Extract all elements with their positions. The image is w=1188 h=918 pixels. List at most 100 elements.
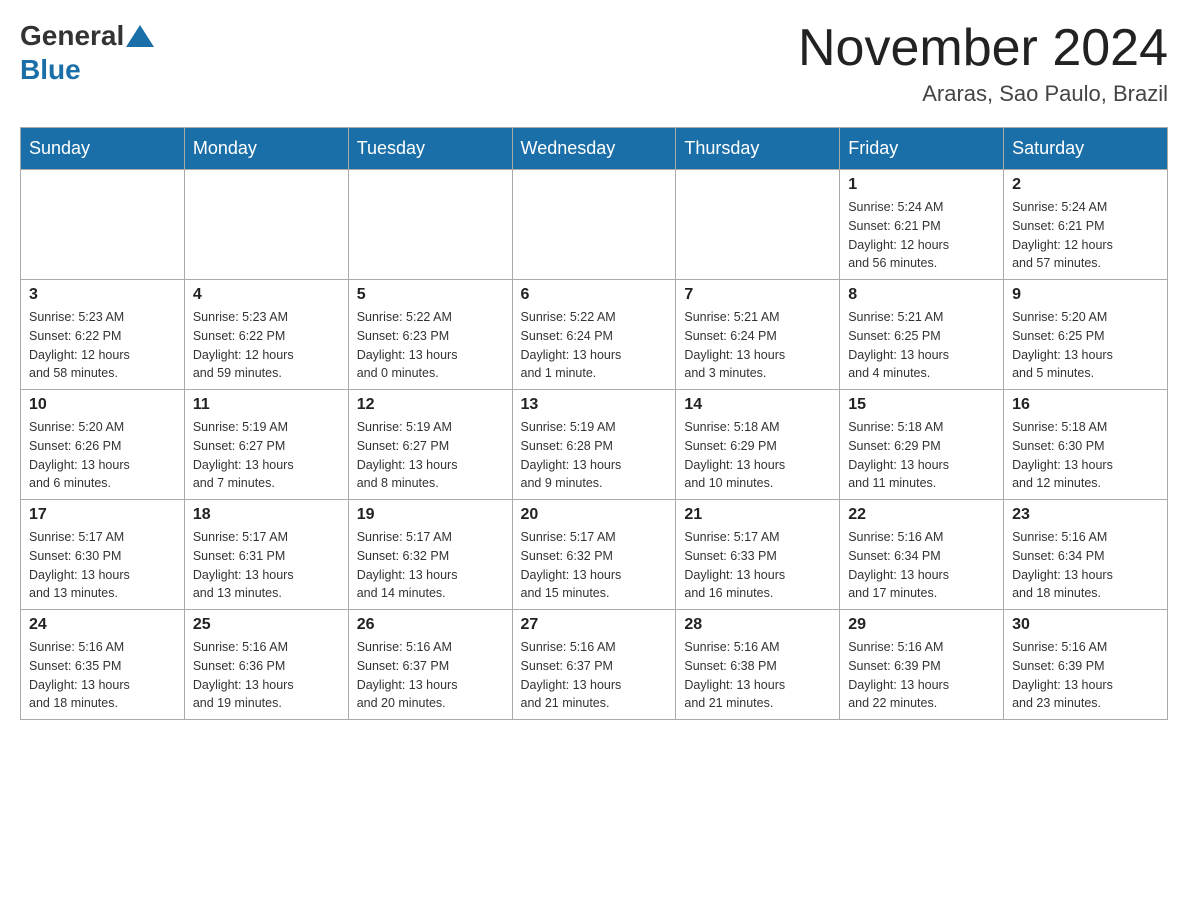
day-info: Sunrise: 5:18 AM Sunset: 6:29 PM Dayligh…: [684, 418, 831, 493]
calendar-week-row: 10 Sunrise: 5:20 AM Sunset: 6:26 PM Dayli…: [21, 390, 1168, 500]
day-number: 26: [357, 616, 504, 634]
day-number: 22: [848, 506, 995, 524]
day-info: Sunrise: 5:24 AM Sunset: 6:21 PM Dayligh…: [1012, 198, 1159, 273]
calendar-table: SundayMondayTuesdayWednesdayThursdayFrid…: [20, 127, 1168, 720]
day-of-week-header: Monday: [184, 128, 348, 170]
day-info: Sunrise: 5:16 AM Sunset: 6:34 PM Dayligh…: [848, 528, 995, 603]
day-info: Sunrise: 5:16 AM Sunset: 6:39 PM Dayligh…: [1012, 638, 1159, 713]
calendar-day-cell: 2 Sunrise: 5:24 AM Sunset: 6:21 PM Daylig…: [1004, 170, 1168, 280]
day-info: Sunrise: 5:17 AM Sunset: 6:31 PM Dayligh…: [193, 528, 340, 603]
day-info: Sunrise: 5:19 AM Sunset: 6:27 PM Dayligh…: [357, 418, 504, 493]
calendar-day-cell: 17Sunrise: 5:17 AM Sunset: 6:30 PM Dayli…: [21, 500, 185, 610]
calendar-day-cell: 26 Sunrise: 5:16 AM Sunset: 6:37 PM Dayli…: [348, 610, 512, 720]
day-number: 4: [193, 286, 340, 304]
calendar-day-cell: 25 Sunrise: 5:16 AM Sunset: 6:36 PM Dayli…: [184, 610, 348, 720]
calendar-day-cell: 30 Sunrise: 5:16 AM Sunset: 6:39 PM Dayli…: [1004, 610, 1168, 720]
day-info: Sunrise: 5:18 AM Sunset: 6:29 PM Dayligh…: [848, 418, 995, 493]
day-info: Sunrise: 5:22 AM Sunset: 6:24 PM Dayligh…: [521, 308, 668, 383]
day-of-week-header: Wednesday: [512, 128, 676, 170]
logo-general: General: [20, 20, 124, 52]
calendar-day-cell: 1 Sunrise: 5:24 AM Sunset: 6:21 PM Daylig…: [840, 170, 1004, 280]
day-number: 11: [193, 396, 340, 414]
day-number: 30: [1012, 616, 1159, 634]
calendar-day-cell: 11 Sunrise: 5:19 AM Sunset: 6:27 PM Dayli…: [184, 390, 348, 500]
day-number: 15: [848, 396, 995, 414]
calendar-day-cell: 9 Sunrise: 5:20 AM Sunset: 6:25 PM Daylig…: [1004, 280, 1168, 390]
calendar-day-cell: 28 Sunrise: 5:16 AM Sunset: 6:38 PM Dayli…: [676, 610, 840, 720]
day-info: Sunrise: 5:20 AM Sunset: 6:26 PM Dayligh…: [29, 418, 176, 493]
day-info: Sunrise: 5:16 AM Sunset: 6:36 PM Dayligh…: [193, 638, 340, 713]
logo-blue: Blue: [20, 54, 81, 86]
day-number: 7: [684, 286, 831, 304]
day-info: Sunrise: 5:17 AM Sunset: 6:30 PM Dayligh…: [29, 528, 176, 603]
calendar-day-cell: 27 Sunrise: 5:16 AM Sunset: 6:37 PM Dayli…: [512, 610, 676, 720]
day-info: Sunrise: 5:20 AM Sunset: 6:25 PM Dayligh…: [1012, 308, 1159, 383]
day-number: 5: [357, 286, 504, 304]
title-section: November 2024 Araras, Sao Paulo, Brazil: [798, 20, 1168, 107]
calendar-day-cell: [676, 170, 840, 280]
day-of-week-header: Friday: [840, 128, 1004, 170]
day-number: 28: [684, 616, 831, 634]
calendar-day-cell: 29Sunrise: 5:16 AM Sunset: 6:39 PM Dayli…: [840, 610, 1004, 720]
day-number: 25: [193, 616, 340, 634]
day-info: Sunrise: 5:19 AM Sunset: 6:27 PM Dayligh…: [193, 418, 340, 493]
day-number: 3: [29, 286, 176, 304]
day-number: 16: [1012, 396, 1159, 414]
calendar-day-cell: 3Sunrise: 5:23 AM Sunset: 6:22 PM Daylig…: [21, 280, 185, 390]
month-title: November 2024: [798, 20, 1168, 77]
calendar-week-row: 3 Sunrise: 5:23 AM Sunset: 6:22 PM Daylig…: [21, 280, 1168, 390]
day-number: 13: [521, 396, 668, 414]
day-of-week-header: Saturday: [1004, 128, 1168, 170]
calendar-day-cell: 6 Sunrise: 5:22 AM Sunset: 6:24 PM Daylig…: [512, 280, 676, 390]
page-header: General Blue November 2024 Araras, Sao P…: [20, 20, 1168, 107]
calendar-day-cell: 18 Sunrise: 5:17 AM Sunset: 6:31 PM Dayli…: [184, 500, 348, 610]
calendar-day-cell: 7 Sunrise: 5:21 AM Sunset: 6:24 PM Daylig…: [676, 280, 840, 390]
calendar-week-row: 1 Sunrise: 5:24 AM Sunset: 6:21 PM Daylig…: [21, 170, 1168, 280]
day-number: 6: [521, 286, 668, 304]
day-info: Sunrise: 5:18 AM Sunset: 6:30 PM Dayligh…: [1012, 418, 1159, 493]
day-info: Sunrise: 5:24 AM Sunset: 6:21 PM Dayligh…: [848, 198, 995, 273]
calendar-day-cell: 16 Sunrise: 5:18 AM Sunset: 6:30 PM Dayli…: [1004, 390, 1168, 500]
day-number: 10: [29, 396, 176, 414]
day-info: Sunrise: 5:16 AM Sunset: 6:38 PM Dayligh…: [684, 638, 831, 713]
calendar-day-cell: 23 Sunrise: 5:16 AM Sunset: 6:34 PM Dayli…: [1004, 500, 1168, 610]
day-number: 21: [684, 506, 831, 524]
day-info: Sunrise: 5:16 AM Sunset: 6:37 PM Dayligh…: [521, 638, 668, 713]
day-number: 8: [848, 286, 995, 304]
calendar-day-cell: 12 Sunrise: 5:19 AM Sunset: 6:27 PM Dayli…: [348, 390, 512, 500]
day-info: Sunrise: 5:21 AM Sunset: 6:24 PM Dayligh…: [684, 308, 831, 383]
logo-triangle-icon: [126, 25, 154, 47]
day-number: 23: [1012, 506, 1159, 524]
day-info: Sunrise: 5:19 AM Sunset: 6:28 PM Dayligh…: [521, 418, 668, 493]
calendar-day-cell: 8 Sunrise: 5:21 AM Sunset: 6:25 PM Daylig…: [840, 280, 1004, 390]
day-number: 27: [521, 616, 668, 634]
day-number: 29: [848, 616, 995, 634]
day-number: 12: [357, 396, 504, 414]
day-info: Sunrise: 5:17 AM Sunset: 6:32 PM Dayligh…: [357, 528, 504, 603]
day-number: 19: [357, 506, 504, 524]
logo-text: General: [20, 20, 156, 52]
day-number: 20: [521, 506, 668, 524]
calendar-day-cell: [21, 170, 185, 280]
calendar-day-cell: 15 Sunrise: 5:18 AM Sunset: 6:29 PM Dayli…: [840, 390, 1004, 500]
day-number: 9: [1012, 286, 1159, 304]
calendar-day-cell: 4 Sunrise: 5:23 AM Sunset: 6:22 PM Daylig…: [184, 280, 348, 390]
day-info: Sunrise: 5:16 AM Sunset: 6:37 PM Dayligh…: [357, 638, 504, 713]
calendar-day-cell: [184, 170, 348, 280]
day-of-week-header: Tuesday: [348, 128, 512, 170]
day-number: 24: [29, 616, 176, 634]
day-info: Sunrise: 5:23 AM Sunset: 6:22 PM Dayligh…: [193, 308, 340, 383]
day-number: 1: [848, 176, 995, 194]
calendar-day-cell: 14Sunrise: 5:18 AM Sunset: 6:29 PM Dayli…: [676, 390, 840, 500]
day-number: 18: [193, 506, 340, 524]
calendar-day-cell: 20 Sunrise: 5:17 AM Sunset: 6:32 PM Dayli…: [512, 500, 676, 610]
calendar-day-cell: 13 Sunrise: 5:19 AM Sunset: 6:28 PM Dayli…: [512, 390, 676, 500]
day-info: Sunrise: 5:21 AM Sunset: 6:25 PM Dayligh…: [848, 308, 995, 383]
calendar-day-cell: 21Sunrise: 5:17 AM Sunset: 6:33 PM Dayli…: [676, 500, 840, 610]
day-number: 2: [1012, 176, 1159, 194]
day-info: Sunrise: 5:16 AM Sunset: 6:34 PM Dayligh…: [1012, 528, 1159, 603]
day-of-week-header: Thursday: [676, 128, 840, 170]
day-info: Sunrise: 5:17 AM Sunset: 6:32 PM Dayligh…: [521, 528, 668, 603]
calendar-week-row: 24Sunrise: 5:16 AM Sunset: 6:35 PM Dayli…: [21, 610, 1168, 720]
day-info: Sunrise: 5:22 AM Sunset: 6:23 PM Dayligh…: [357, 308, 504, 383]
